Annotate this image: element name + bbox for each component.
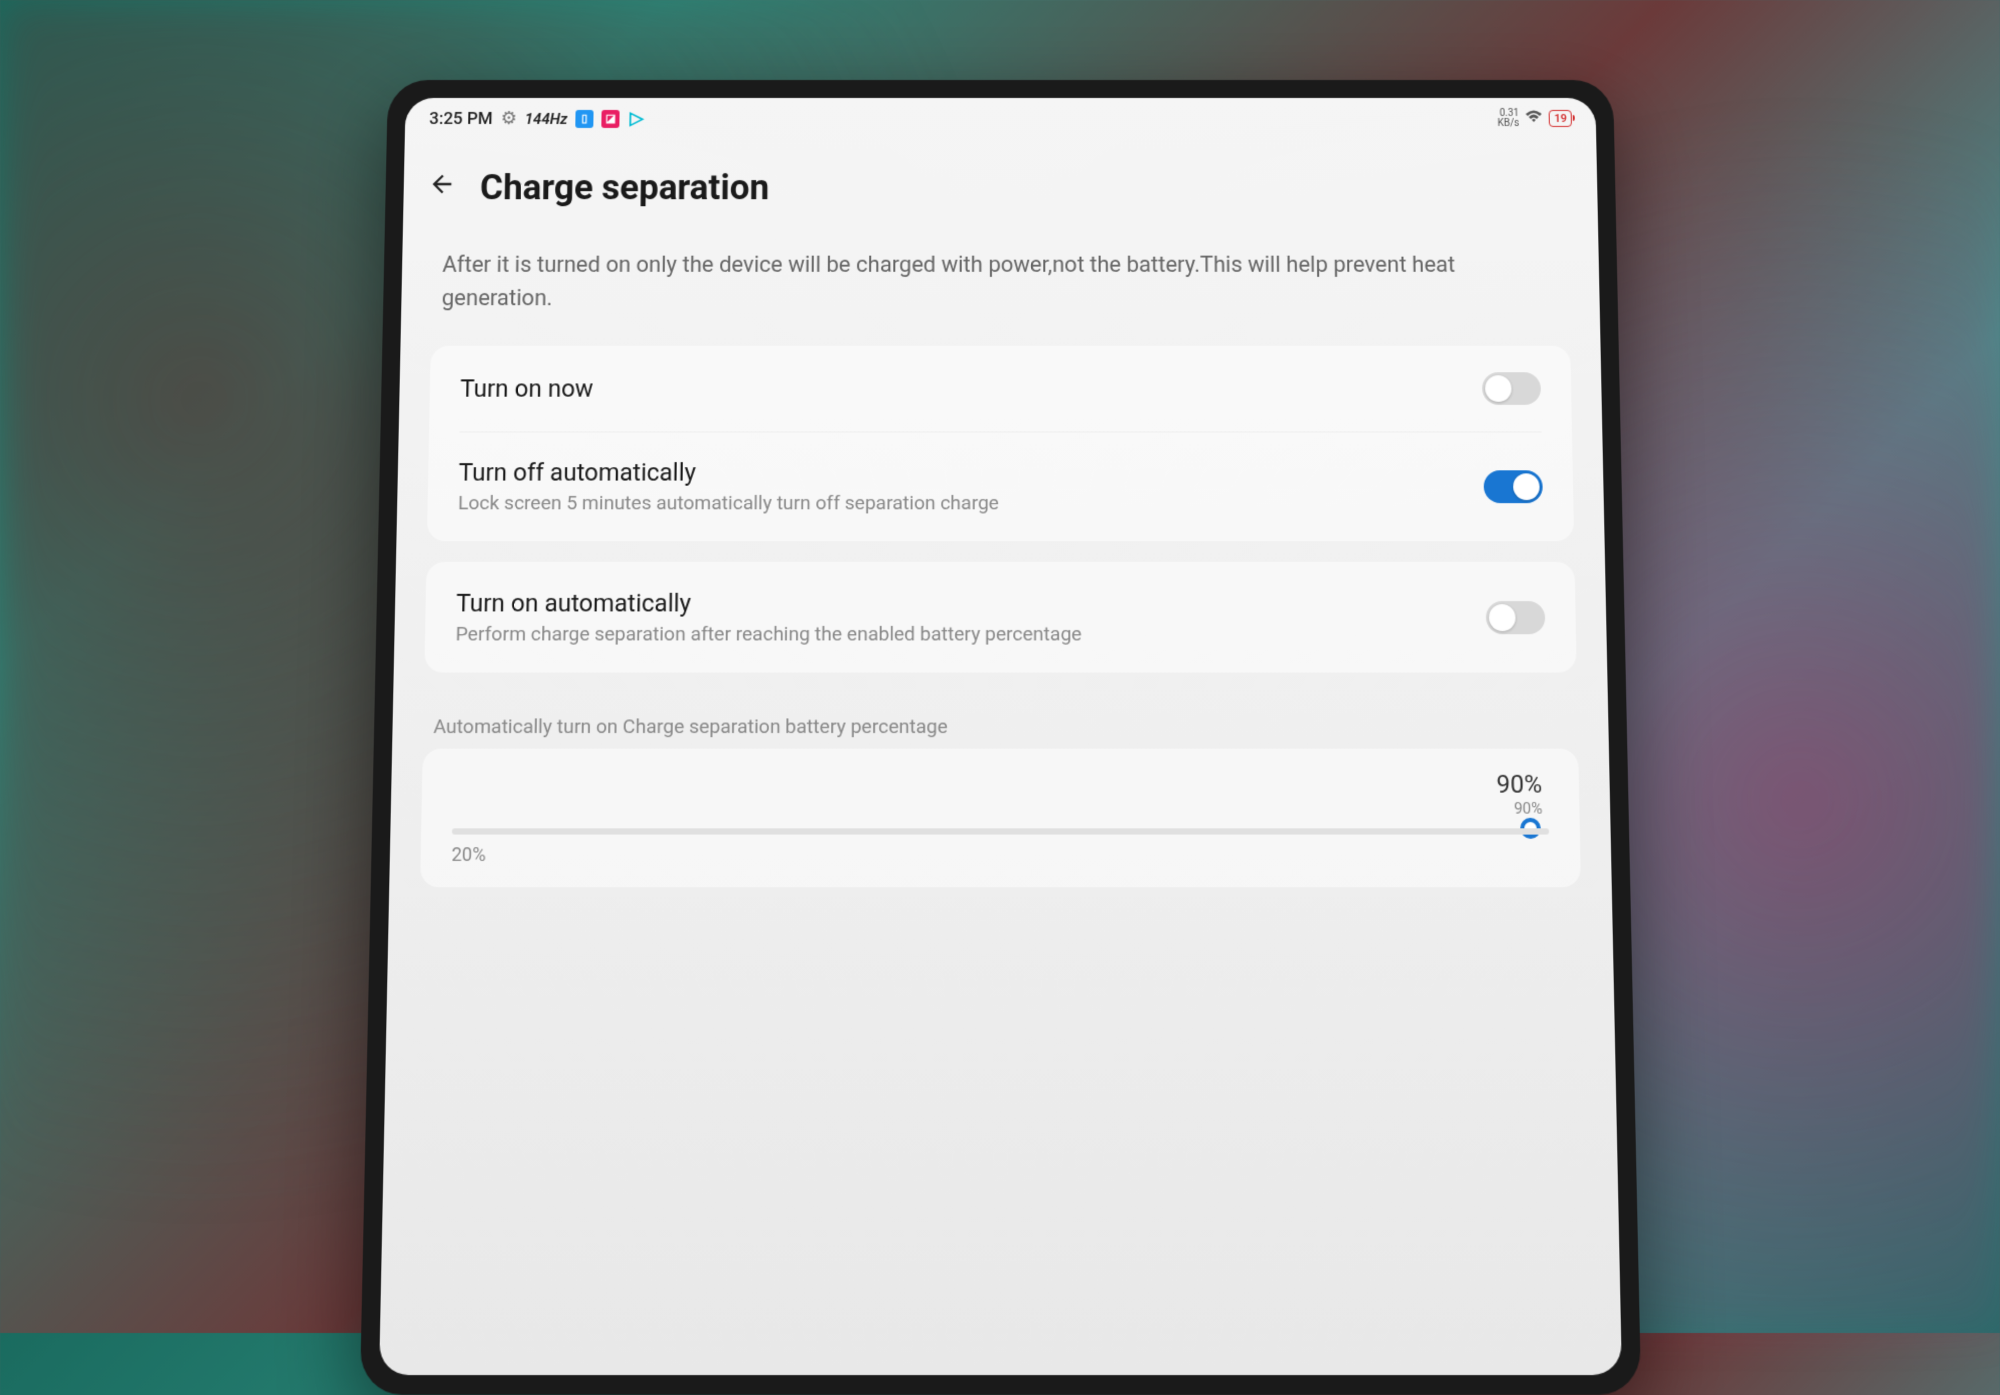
play-icon: ▷ bbox=[627, 109, 645, 127]
setting-subtitle: Perform charge separation after reaching… bbox=[455, 622, 1486, 646]
network-speed: 0.31 KB/s bbox=[1497, 108, 1519, 128]
settings-gear-icon: ⚙ bbox=[500, 108, 517, 129]
setting-turn-off-auto[interactable]: Turn off automatically Lock screen 5 min… bbox=[426, 431, 1573, 541]
status-right: 0.31 KB/s 19 bbox=[1497, 108, 1572, 128]
battery-indicator: 19 bbox=[1548, 110, 1571, 127]
slider-min-label: 20% bbox=[451, 844, 486, 866]
setting-label: Turn on now bbox=[459, 374, 1481, 403]
settings-group-1: Turn on now Turn off automatically Lock … bbox=[426, 346, 1573, 541]
toggle-turn-on-now[interactable] bbox=[1481, 372, 1540, 405]
slider-value-large: 90% bbox=[452, 770, 1548, 799]
setting-turn-on-auto[interactable]: Turn on automatically Perform charge sep… bbox=[424, 562, 1576, 673]
status-time: 3:25 PM bbox=[429, 108, 493, 128]
slider-section-label: Automatically turn on Charge separation … bbox=[392, 693, 1609, 748]
status-bar: 3:25 PM ⚙ 144Hz ▯ ◪ ▷ 0.31 KB/s 19 bbox=[404, 98, 1595, 137]
status-left: 3:25 PM ⚙ 144Hz ▯ ◪ ▷ bbox=[429, 108, 646, 129]
slider-section: 90% 90% 20% bbox=[420, 749, 1581, 888]
screen: 3:25 PM ⚙ 144Hz ▯ ◪ ▷ 0.31 KB/s 19 bbox=[379, 98, 1622, 1375]
app-icon-2: ◪ bbox=[601, 109, 619, 127]
app-icon-1: ▯ bbox=[575, 109, 593, 127]
tablet-frame: 3:25 PM ⚙ 144Hz ▯ ◪ ▷ 0.31 KB/s 19 bbox=[359, 80, 1640, 1395]
toggle-turn-on-auto[interactable] bbox=[1485, 601, 1545, 634]
setting-turn-on-now[interactable]: Turn on now bbox=[429, 346, 1572, 432]
wifi-icon bbox=[1524, 110, 1542, 127]
setting-label: Turn off automatically bbox=[458, 458, 1483, 487]
page-header: Charge separation bbox=[402, 137, 1597, 228]
settings-group-2: Turn on automatically Perform charge sep… bbox=[424, 562, 1576, 673]
slider-track[interactable] bbox=[451, 828, 1548, 834]
setting-label: Turn on automatically bbox=[455, 589, 1485, 618]
setting-subtitle: Lock screen 5 minutes automatically turn… bbox=[457, 491, 1483, 515]
page-description: After it is turned on only the device wi… bbox=[400, 228, 1600, 345]
toggle-turn-off-auto[interactable] bbox=[1483, 470, 1542, 503]
refresh-rate-indicator: 144Hz bbox=[524, 109, 567, 127]
back-button[interactable] bbox=[427, 170, 456, 205]
page-title: Charge separation bbox=[479, 167, 769, 208]
slider-value-small: 90% bbox=[452, 799, 1549, 818]
